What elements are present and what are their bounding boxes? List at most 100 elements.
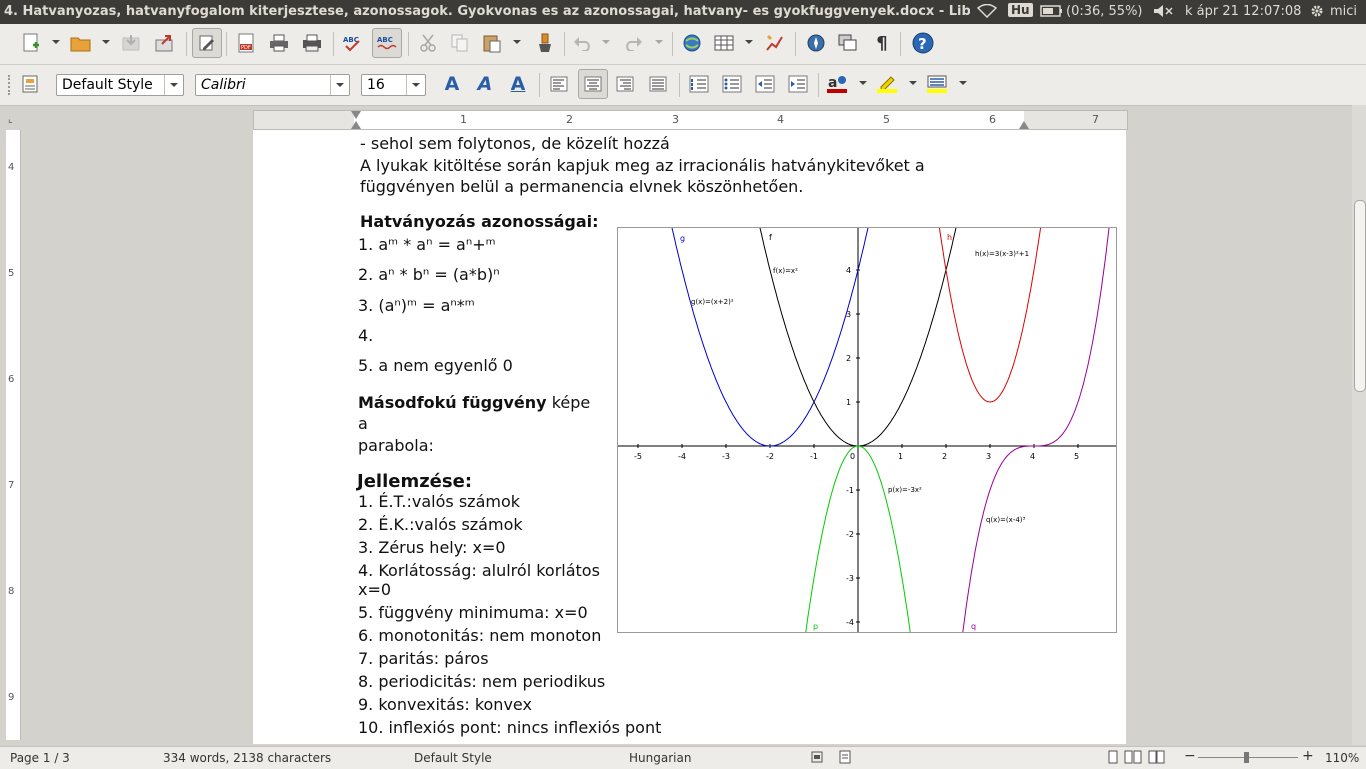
- y-tick-label: 2: [846, 354, 851, 363]
- ruler-number: 7: [1092, 113, 1099, 126]
- align-left-icon[interactable]: [546, 71, 572, 97]
- zoom-out-icon[interactable]: −: [1184, 748, 1196, 764]
- scrollbar-thumb[interactable]: [1354, 200, 1366, 392]
- zoom-level[interactable]: 110%: [1325, 751, 1359, 765]
- clock[interactable]: k ápr 21 12:07:08: [1185, 4, 1301, 19]
- toolbar-grip[interactable]: [8, 75, 13, 95]
- vertical-ruler[interactable]: 4 5 6 7 8 9: [6, 130, 21, 740]
- font-size-select[interactable]: 16: [361, 74, 426, 96]
- edit-mode-icon[interactable]: [192, 28, 222, 58]
- paragraph-style-select[interactable]: Default Style: [56, 74, 184, 96]
- chart-icon[interactable]: [762, 30, 788, 56]
- ruler-number: 3: [672, 113, 679, 126]
- identity-item: 3. (aⁿ)ᵐ = aⁿ*ᵐ: [358, 296, 475, 315]
- undo-icon[interactable]: [570, 30, 596, 56]
- navigator-icon[interactable]: [803, 30, 829, 56]
- quadratic-line: parabola:: [358, 436, 434, 455]
- y-tick-label: 4: [846, 266, 851, 275]
- right-indent-marker[interactable]: [1019, 121, 1029, 129]
- svg-text:ABC: ABC: [377, 36, 393, 44]
- justify-icon[interactable]: [645, 71, 671, 97]
- indent-marker[interactable]: [351, 111, 361, 119]
- highlight-icon[interactable]: [874, 71, 900, 97]
- page-style[interactable]: Default Style: [414, 751, 492, 765]
- ruler-number: 4: [777, 113, 784, 126]
- underline-icon[interactable]: A: [505, 71, 531, 97]
- cut-icon[interactable]: [415, 30, 441, 56]
- table-icon[interactable]: [711, 30, 737, 56]
- property-item: 4. Korlátosság: alulról korlátos: [358, 561, 600, 580]
- print-preview-icon[interactable]: [299, 30, 325, 56]
- font-dropdown-arrow[interactable]: [330, 75, 349, 95]
- print-icon[interactable]: [266, 30, 292, 56]
- font-color-icon[interactable]: a: [824, 71, 850, 97]
- single-page-view-icon[interactable]: [1106, 750, 1120, 767]
- paste-dropdown-arrow[interactable]: [513, 40, 521, 44]
- ruler-number: 8: [8, 586, 15, 597]
- clone-formatting-icon[interactable]: [532, 30, 558, 56]
- numbering-icon[interactable]: [686, 71, 712, 97]
- zoom-in-icon[interactable]: +: [1302, 748, 1314, 764]
- font-name-select[interactable]: Calibri: [195, 74, 350, 96]
- book-view-icon[interactable]: [1148, 750, 1166, 767]
- align-center-icon[interactable]: [578, 69, 608, 99]
- ruler-number: 6: [8, 374, 15, 385]
- decrease-indent-icon[interactable]: [752, 71, 778, 97]
- autospellcheck-icon[interactable]: ABC: [372, 28, 402, 58]
- keyboard-indicator[interactable]: Hu: [1008, 3, 1033, 17]
- zoom-slider-handle[interactable]: [1244, 752, 1249, 763]
- svg-text:PDF: PDF: [241, 45, 251, 51]
- hyperlink-icon[interactable]: [679, 30, 705, 56]
- volume-muted-icon[interactable]: [1153, 4, 1173, 22]
- vertical-scrollbar[interactable]: [1352, 105, 1366, 745]
- background-color-icon[interactable]: [924, 71, 950, 97]
- open-dropdown-arrow[interactable]: [102, 40, 110, 44]
- multi-page-view-icon[interactable]: [1124, 750, 1142, 767]
- word-count[interactable]: 334 words, 2138 characters: [163, 751, 331, 765]
- style-dropdown-arrow[interactable]: [164, 75, 183, 95]
- size-dropdown-arrow[interactable]: [406, 75, 425, 95]
- user-name[interactable]: mici: [1330, 4, 1357, 19]
- x-tick-label: 3: [986, 452, 991, 461]
- increase-indent-icon[interactable]: [785, 71, 811, 97]
- gallery-icon[interactable]: [835, 30, 861, 56]
- insert-mode-icon[interactable]: [810, 750, 824, 767]
- align-right-icon[interactable]: [612, 71, 638, 97]
- paste-icon[interactable]: [479, 30, 505, 56]
- function-graph[interactable]: -5 -4 -3 -2 -1 0 1 2 3 4 5 4 3 2 1 -1 -2 -3 -4 g f h p q g(x)=(x…: [617, 170, 1117, 703]
- page-indicator[interactable]: Page 1 / 3: [10, 751, 70, 765]
- help-icon[interactable]: ?: [910, 30, 936, 56]
- gear-icon[interactable]: [1310, 4, 1324, 22]
- bullets-icon[interactable]: [719, 71, 745, 97]
- new-document-icon[interactable]: [18, 30, 44, 56]
- open-folder-icon[interactable]: [68, 30, 94, 56]
- background-color-dropdown-arrow[interactable]: [959, 81, 967, 85]
- horizontal-ruler[interactable]: 1 2 3 4 5 6 7: [253, 110, 1128, 130]
- battery-icon[interactable]: [1040, 4, 1064, 22]
- export-pdf-icon[interactable]: PDF: [233, 30, 259, 56]
- document-modified-icon[interactable]: [838, 750, 852, 767]
- redo-icon[interactable]: [620, 30, 646, 56]
- spellcheck-icon[interactable]: ABC: [340, 30, 366, 56]
- copy-icon[interactable]: [447, 30, 473, 56]
- wifi-icon[interactable]: [976, 3, 998, 22]
- save-icon[interactable]: [118, 30, 144, 56]
- indent-marker[interactable]: [351, 121, 361, 129]
- properties-heading: Jellemzése:: [357, 471, 473, 492]
- highlight-dropdown-arrow[interactable]: [909, 81, 917, 85]
- export-icon[interactable]: [152, 30, 178, 56]
- styles-formatting-icon[interactable]: [18, 71, 44, 97]
- bold-icon[interactable]: A: [439, 71, 465, 97]
- ruler-corner[interactable]: ⌞: [8, 114, 13, 125]
- redo-dropdown-arrow[interactable]: [655, 40, 663, 44]
- table-dropdown-arrow[interactable]: [745, 40, 753, 44]
- x-tick-label: 2: [942, 452, 947, 461]
- language[interactable]: Hungarian: [629, 751, 691, 765]
- formatting-marks-icon[interactable]: ¶: [869, 30, 895, 56]
- italic-icon[interactable]: A: [472, 71, 498, 97]
- new-dropdown-arrow[interactable]: [52, 40, 60, 44]
- font-name-value: Calibri: [201, 77, 246, 93]
- font-color-dropdown-arrow[interactable]: [859, 81, 867, 85]
- undo-dropdown-arrow[interactable]: [602, 40, 610, 44]
- function-graph-svg: -5 -4 -3 -2 -1 0 1 2 3 4 54321-1-2-3-4g f hp qg(x)=(x…: [618, 170, 1116, 703]
